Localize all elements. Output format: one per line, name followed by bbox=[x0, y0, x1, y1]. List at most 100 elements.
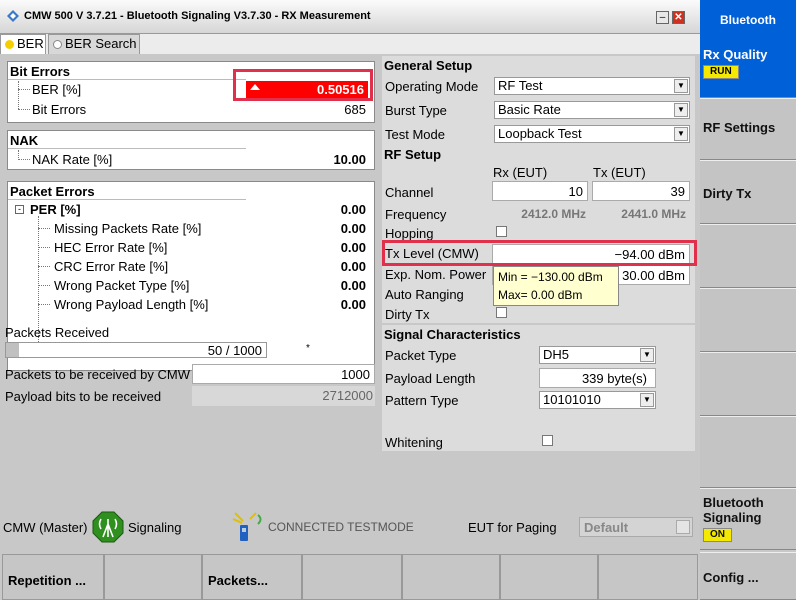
bt-signaling-button[interactable]: Bluetooth Signaling ON bbox=[700, 488, 796, 550]
dirty-tx-button[interactable]: Dirty Tx bbox=[700, 160, 796, 224]
dirty-tx-checkbox[interactable] bbox=[496, 307, 507, 318]
tx-level-tooltip: Min = −130.00 dBm Max= 0.00 dBm bbox=[493, 266, 619, 306]
master-label: CMW (Master) bbox=[3, 520, 88, 535]
tx-level-highlight-box bbox=[382, 240, 697, 266]
packets-to-receive-label: Packets to be received by CMW bbox=[5, 367, 190, 382]
nak-rate-value: 10.00 bbox=[333, 152, 366, 167]
operating-mode-select[interactable]: RF Test ▼ bbox=[494, 77, 690, 95]
dirty-tx-label: Dirty Tx bbox=[385, 307, 430, 322]
tab-active-dot-icon bbox=[5, 40, 14, 49]
rx-quality-button[interactable]: Rx Quality RUN bbox=[700, 34, 796, 98]
wrong-payload-length-label: Wrong Payload Length [%] bbox=[54, 297, 209, 312]
payload-length-field[interactable]: 339 byte(s) bbox=[539, 368, 656, 388]
hopping-checkbox[interactable] bbox=[496, 226, 507, 237]
dropdown-arrow-icon: ▼ bbox=[674, 79, 688, 93]
softkey-bottom-empty-5[interactable] bbox=[598, 554, 698, 600]
packet-type-select[interactable]: DH5 ▼ bbox=[539, 346, 656, 364]
burst-type-label: Burst Type bbox=[385, 103, 447, 118]
channel-tx-field[interactable]: 39 bbox=[592, 181, 690, 201]
dropdown-arrow-icon: ▼ bbox=[674, 103, 688, 117]
payload-length-label: Payload Length bbox=[385, 371, 476, 386]
pattern-type-select[interactable]: 10101010 ▼ bbox=[539, 391, 656, 409]
packets-to-receive-field[interactable]: 1000 bbox=[192, 364, 375, 384]
eut-paging-value: Default bbox=[584, 520, 629, 535]
connection-phone-icon bbox=[232, 512, 262, 541]
hec-error-label: HEC Error Rate [%] bbox=[54, 240, 168, 255]
minimize-button[interactable]: – bbox=[656, 11, 669, 24]
softkey-empty-2[interactable] bbox=[700, 288, 796, 352]
pattern-type-label: Pattern Type bbox=[385, 393, 459, 408]
app-logo-icon bbox=[7, 10, 19, 22]
dropdown-arrow-icon bbox=[676, 520, 690, 534]
frequency-label: Frequency bbox=[385, 207, 447, 222]
general-setup-header: General Setup bbox=[384, 58, 473, 73]
crc-error-value: 0.00 bbox=[340, 259, 366, 274]
packets-to-receive-value: 1000 bbox=[341, 367, 370, 382]
progress-fill bbox=[6, 343, 19, 357]
tab-label: BER bbox=[17, 36, 44, 51]
auto-ranging-label: Auto Ranging bbox=[385, 287, 464, 302]
missing-packets-value: 0.00 bbox=[340, 221, 366, 236]
burst-type-select[interactable]: Basic Rate ▼ bbox=[494, 101, 690, 119]
tx-eut-header: Tx (EUT) bbox=[593, 165, 646, 180]
ber-label: BER [%] bbox=[32, 82, 82, 97]
eut-paging-select: Default bbox=[579, 517, 693, 537]
payload-bits-label: Payload bits to be received bbox=[5, 389, 162, 404]
packet-type-label: Packet Type bbox=[385, 348, 457, 363]
wrong-packet-type-value: 0.00 bbox=[340, 278, 366, 293]
packets-button[interactable]: Packets... bbox=[202, 554, 302, 600]
softkey-sidebar: Bluetooth Rx Quality RUN RF Settings Dir… bbox=[700, 0, 796, 600]
softkey-empty-1[interactable] bbox=[700, 224, 796, 288]
wrong-payload-length-value: 0.00 bbox=[340, 297, 366, 312]
operating-mode-label: Operating Mode bbox=[385, 79, 479, 94]
tab-bar: BER BER Search bbox=[0, 34, 700, 54]
signaling-label: Signaling bbox=[128, 520, 182, 535]
connected-status: CONNECTED TESTMODE bbox=[268, 520, 414, 534]
softkey-bottom-empty-4[interactable] bbox=[500, 554, 598, 600]
softkey-empty-3[interactable] bbox=[700, 352, 796, 416]
collapse-icon[interactable]: - bbox=[15, 205, 24, 214]
per-label: PER [%] bbox=[30, 202, 81, 217]
rx-eut-header: Rx (EUT) bbox=[493, 165, 548, 180]
ber-highlight-box bbox=[233, 69, 373, 101]
signal-characteristics-header: Signal Characteristics bbox=[384, 327, 521, 342]
exp-power-label: Exp. Nom. Power bbox=[385, 267, 487, 282]
missing-packets-label: Missing Packets Rate [%] bbox=[54, 221, 202, 236]
sidebar-header: Bluetooth bbox=[700, 0, 796, 34]
hopping-label: Hopping bbox=[385, 226, 434, 241]
whitening-checkbox[interactable] bbox=[542, 435, 553, 446]
rf-setup-header: RF Setup bbox=[384, 147, 442, 162]
close-button[interactable]: ✕ bbox=[672, 11, 685, 24]
crc-error-label: CRC Error Rate [%] bbox=[54, 259, 169, 274]
nak-header: NAK bbox=[10, 133, 39, 148]
test-mode-label: Test Mode bbox=[385, 127, 445, 142]
dropdown-arrow-icon: ▼ bbox=[674, 127, 688, 141]
title-bar: CMW 500 V 3.7.21 - Bluetooth Signaling V… bbox=[0, 0, 700, 34]
frequency-rx-value: 2412.0 MHz bbox=[521, 207, 586, 221]
payload-bits-value: 2712000 bbox=[322, 388, 373, 403]
on-badge: ON bbox=[703, 528, 732, 542]
nak-panel: NAK NAK Rate [%] 10.00 bbox=[7, 130, 375, 170]
softkey-bottom-empty-3[interactable] bbox=[402, 554, 500, 600]
signaling-antenna-icon bbox=[92, 511, 124, 543]
tooltip-max: Max= 0.00 dBm bbox=[498, 288, 583, 302]
tab-ber-search[interactable]: BER Search bbox=[48, 34, 140, 54]
tab-ber[interactable]: BER bbox=[0, 34, 46, 54]
dropdown-arrow-icon: ▼ bbox=[640, 393, 654, 407]
softkey-bottom-empty-1[interactable] bbox=[104, 554, 202, 600]
repetition-button[interactable]: Repetition ... bbox=[2, 554, 104, 600]
softkey-bottom-empty-2[interactable] bbox=[302, 554, 402, 600]
test-mode-select[interactable]: Loopback Test ▼ bbox=[494, 125, 690, 143]
whitening-label: Whitening bbox=[385, 435, 443, 450]
rf-settings-button[interactable]: RF Settings bbox=[700, 98, 796, 160]
per-value: 0.00 bbox=[340, 202, 366, 217]
wrong-packet-type-label: Wrong Packet Type [%] bbox=[54, 278, 190, 293]
payload-bits-field: 2712000 bbox=[192, 386, 375, 406]
tooltip-min: Min = −130.00 dBm bbox=[498, 270, 603, 284]
softkey-empty-4[interactable] bbox=[700, 416, 796, 488]
config-button[interactable]: Config ... bbox=[700, 552, 796, 600]
packet-errors-header: Packet Errors bbox=[10, 184, 95, 199]
channel-rx-field[interactable]: 10 bbox=[492, 181, 588, 201]
run-badge: RUN bbox=[703, 65, 739, 79]
tab-inactive-dot-icon bbox=[53, 40, 62, 49]
